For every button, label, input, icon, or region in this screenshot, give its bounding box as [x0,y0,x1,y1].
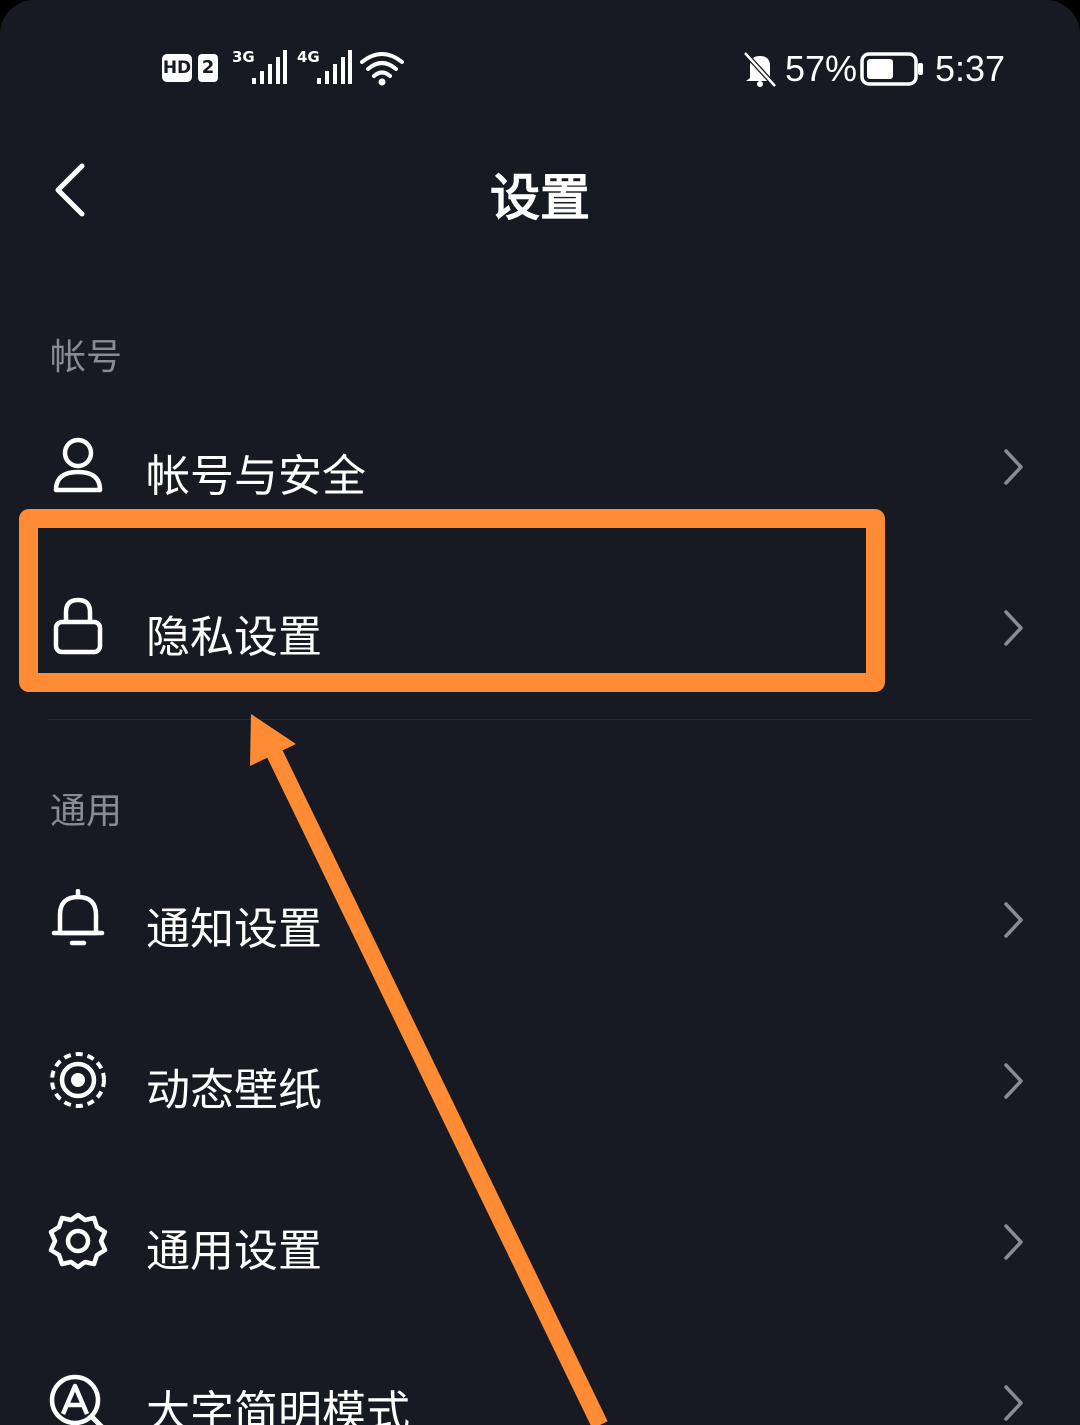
signal-icon-2 [317,50,352,84]
settings-item-label: 通知设置 [146,904,322,955]
settings-item-notifications[interactable]: 通知设置 [0,845,1080,995]
chevron-right-icon [1004,902,1023,938]
settings-item-large-font-mode[interactable]: 大字简明模式 [0,1328,1080,1425]
settings-screen: HD 2 3G 4G 57% 5:37 设置 帐号 帐号与安全 隐私设置 通用 … [0,0,1080,1425]
battery-percent: 57% [785,48,858,89]
mute-bell-icon [743,51,777,88]
chevron-right-icon [1004,1385,1023,1421]
section-label-account: 帐号 [50,337,123,378]
chevron-right-icon [1004,1224,1023,1260]
settings-item-general[interactable]: 通用设置 [0,1167,1080,1317]
battery-icon [860,52,923,86]
wifi-icon [360,52,404,86]
settings-item-label: 动态壁纸 [146,1065,322,1116]
settings-item-label: 大字简明模式 [146,1387,410,1425]
chevron-right-icon [1004,610,1023,646]
hd-badge: HD [162,54,192,82]
large-font-icon [49,1374,104,1425]
sim-badge: 2 [198,54,218,82]
section-label-general: 通用 [50,791,123,832]
chevron-right-icon [1004,449,1023,485]
gear-icon [48,1212,108,1270]
settings-item-label: 帐号与安全 [146,451,366,502]
chevron-right-icon [1004,1063,1023,1099]
status-bar: HD 2 3G 4G 57% 5:37 [0,40,1080,100]
live-wallpaper-icon [50,1052,106,1108]
section-divider [48,719,1032,720]
settings-item-label: 通用设置 [146,1226,322,1277]
user-icon [53,437,103,493]
bell-icon [51,889,105,946]
page-title: 设置 [490,169,590,227]
settings-item-live-wallpaper[interactable]: 动态壁纸 [0,1006,1080,1156]
clock: 5:37 [935,48,1006,89]
highlight-box [19,509,885,692]
signal-icon [252,50,287,84]
